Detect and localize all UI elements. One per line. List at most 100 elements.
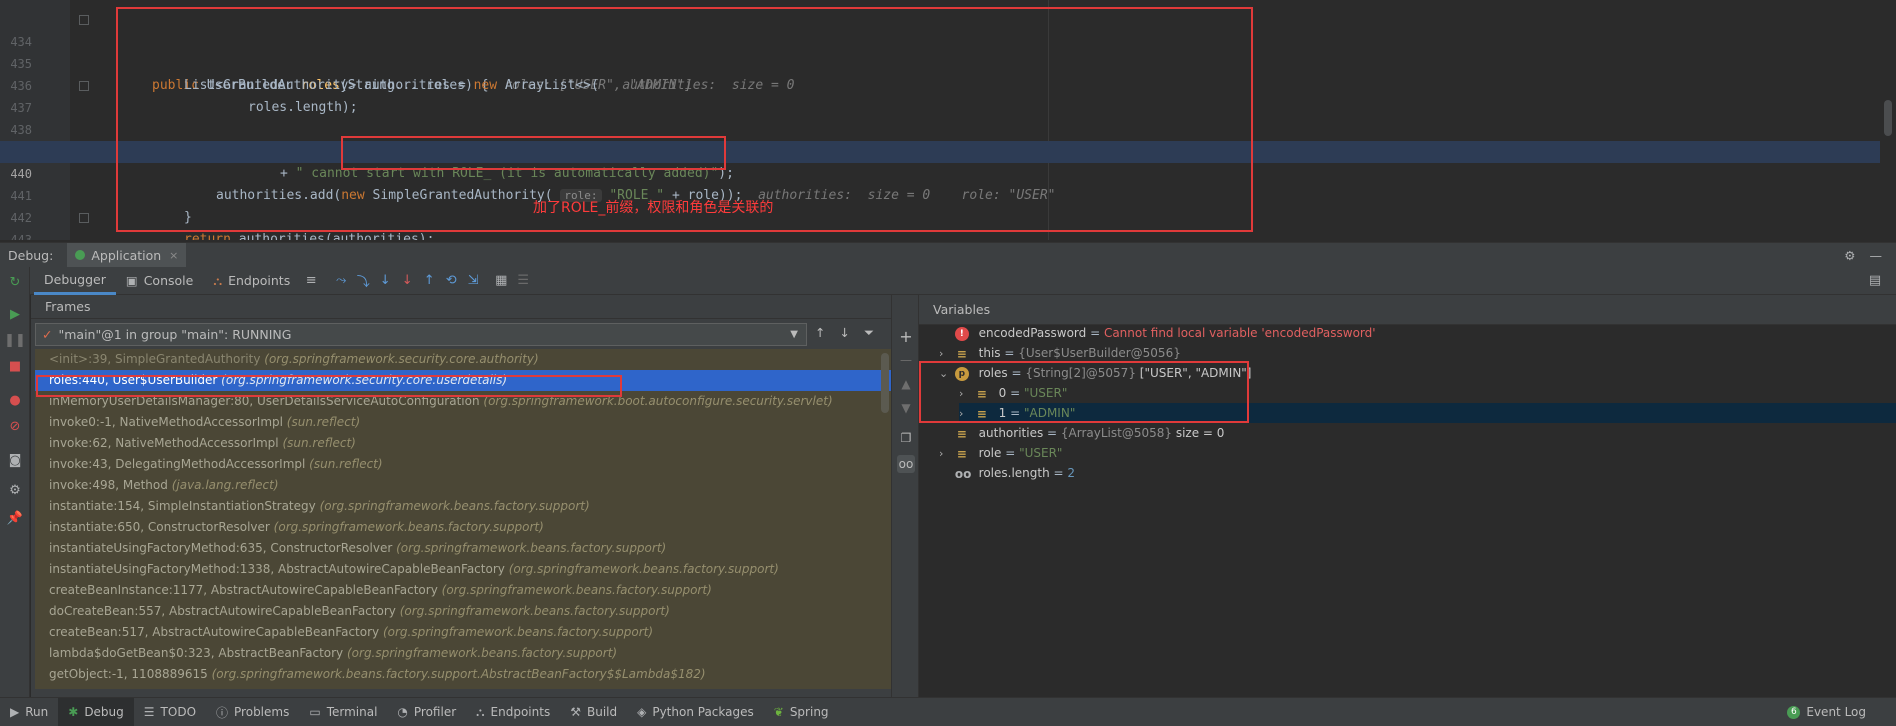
step-into-icon[interactable]: ↓ xyxy=(374,270,396,292)
spring-leaf-icon: ❦ xyxy=(773,705,784,719)
variable-row[interactable]: oo roles.length = 2 xyxy=(939,463,1896,483)
trace-icon[interactable]: ☰ xyxy=(512,270,534,292)
frame-item[interactable]: instantiate:154, SimpleInstantiationStra… xyxy=(35,496,891,517)
frame-item[interactable]: invoke:498, Method (java.lang.reflect) xyxy=(35,475,891,496)
checkmark-icon: ✓ xyxy=(42,327,53,342)
copy-icon[interactable]: ❐ xyxy=(897,429,915,447)
tool-problems[interactable]: ⓘ Problems xyxy=(206,698,299,726)
tool-debug[interactable]: ✱ Debug xyxy=(58,697,134,726)
menu-icon[interactable]: ≡ xyxy=(300,270,322,292)
frame-item[interactable]: lambda$doGetBean$0:323, AbstractBeanFact… xyxy=(35,643,891,664)
frames-scrollbar[interactable] xyxy=(881,353,889,413)
thread-selector[interactable]: ✓ "main"@1 in group "main": RUNNING ▼ xyxy=(35,323,807,346)
settings-icon[interactable]: ⚙ xyxy=(6,481,24,499)
show-execution-point-icon[interactable]: ⤳ xyxy=(330,270,352,292)
step-out-icon[interactable]: ↑ xyxy=(418,270,440,292)
view-breakpoints-icon[interactable]: ● xyxy=(6,391,24,409)
profiler-icon: ◔ xyxy=(397,705,408,719)
chevron-down-icon: ▼ xyxy=(790,329,798,340)
move-up-icon[interactable]: ▲ xyxy=(897,375,915,393)
pin-icon[interactable]: 📌 xyxy=(6,509,24,527)
gear-icon[interactable]: ⚙ xyxy=(1844,248,1855,263)
force-step-into-icon[interactable]: ↓ xyxy=(396,270,418,292)
rerun-icon[interactable]: ↻ xyxy=(6,273,24,291)
tab-application[interactable]: Application × xyxy=(67,242,187,268)
tab-application-label: Application xyxy=(91,247,162,263)
frame-item[interactable]: invoke0:-1, NativeMethodAccessorImpl (su… xyxy=(35,412,891,433)
frame-item[interactable]: instantiateUsingFactoryMethod:1338, Abst… xyxy=(35,559,891,580)
debug-tool-window-header: Debug: Application × ⚙ — xyxy=(0,242,1896,268)
terminal-icon: ▭ xyxy=(309,705,321,719)
fold-icon[interactable] xyxy=(79,81,89,91)
frame-item[interactable]: invoke:62, NativeMethodAccessorImpl (sun… xyxy=(35,433,891,454)
frame-item[interactable]: createBean:517, AbstractAutowireCapableB… xyxy=(35,622,891,643)
line-number: 443 xyxy=(10,233,32,240)
drop-frame-icon[interactable]: ⟲ xyxy=(440,270,462,292)
fold-icon[interactable] xyxy=(79,213,89,223)
stop-icon[interactable]: ■ xyxy=(6,357,24,375)
tool-event-log[interactable]: 6 Event Log xyxy=(1777,698,1876,726)
resume-icon[interactable]: ▶ xyxy=(6,305,24,323)
filter-icon[interactable]: ⏷ xyxy=(864,325,874,341)
arrow-down-icon[interactable]: ↓ xyxy=(839,325,849,341)
tab-endpoints[interactable]: ⛬ Endpoints xyxy=(203,267,300,295)
tool-python-packages[interactable]: ◈ Python Packages xyxy=(627,698,764,726)
frames-list[interactable]: <init>:39, SimpleGrantedAuthority (org.s… xyxy=(35,349,891,689)
variable-row[interactable]: ! encodedPassword = Cannot find local va… xyxy=(939,323,1896,343)
minus-icon[interactable]: — xyxy=(897,351,915,369)
close-icon[interactable]: × xyxy=(169,249,178,262)
minimize-icon[interactable]: — xyxy=(1870,248,1883,263)
tool-endpoints[interactable]: ⛬ Endpoints xyxy=(466,698,560,726)
spring-boot-icon xyxy=(75,250,86,260)
list-icon: ☰ xyxy=(143,705,155,719)
annotation-text: 加了ROLE_前缀，权限和角色是关联的 xyxy=(533,200,774,216)
frame-item[interactable]: getObject:-1, 1108889615 (org.springfram… xyxy=(35,664,891,685)
layout-icon[interactable]: ▤ xyxy=(1864,270,1886,292)
debug-toolbar: Debugger ▣ Console ⛬ Endpoints ≡ ⤳ ⤵ ↓ ↓… xyxy=(0,266,1896,295)
frame-item[interactable]: instantiateUsingFactoryMethod:635, Const… xyxy=(35,538,891,559)
code-editor[interactable]: 434 public UserBuilder roles(String... r… xyxy=(0,0,1896,240)
pause-icon[interactable]: ❚❚ xyxy=(4,331,26,349)
editor-scrollbar[interactable] xyxy=(1884,100,1892,136)
plus-icon[interactable]: + xyxy=(897,327,915,346)
move-down-icon[interactable]: ▼ xyxy=(897,399,915,417)
tab-console[interactable]: ▣ Console xyxy=(116,267,203,295)
variables-side-toolbar: + — ▲ ▼ ❐ oo xyxy=(891,295,919,697)
field-icon: ≡ xyxy=(956,446,967,461)
watches-glasses-icon[interactable]: oo xyxy=(897,455,915,473)
camera-icon[interactable]: ◙ xyxy=(6,451,24,469)
fold-icon[interactable] xyxy=(79,15,89,25)
frames-panel: Frames ✓ "main"@1 in group "main": RUNNI… xyxy=(31,295,891,697)
bug-icon: ✱ xyxy=(68,705,79,719)
frame-item[interactable]: <init>:39, SimpleGrantedAuthority (org.s… xyxy=(35,349,891,370)
variable-row[interactable]: ≡ authorities = {ArrayList@5058} size = … xyxy=(939,423,1896,443)
debug-label: Debug: xyxy=(8,247,54,263)
variable-row[interactable]: › ≡ role = "USER" xyxy=(939,443,1896,463)
chevron-right-icon[interactable]: › xyxy=(939,444,951,464)
debug-left-toolbar: ↻ ▶ ❚❚ ■ ● ⊘ ◙ ⚙ 📌 xyxy=(0,267,30,697)
frames-title: Frames xyxy=(31,295,891,319)
package-icon: ◈ xyxy=(637,705,647,719)
endpoints-icon: ⛬ xyxy=(213,272,223,288)
frame-item[interactable]: doCreateBean:557, AbstractAutowireCapabl… xyxy=(35,601,891,622)
tool-spring[interactable]: ❦ Spring xyxy=(764,698,839,726)
tab-debugger[interactable]: Debugger xyxy=(34,266,116,295)
error-icon: ! xyxy=(954,326,969,341)
tool-terminal[interactable]: ▭ Terminal xyxy=(299,698,387,726)
tool-build[interactable]: ⚒ Build xyxy=(560,698,627,726)
frame-item[interactable]: instantiate:650, ConstructorResolver (or… xyxy=(35,517,891,538)
frame-item[interactable]: invoke:43, DelegatingMethodAccessorImpl … xyxy=(35,454,891,475)
step-over-icon[interactable]: ⤵ xyxy=(352,270,374,292)
tool-run[interactable]: ▶ Run xyxy=(0,698,58,726)
variables-title: Variables xyxy=(919,295,1896,325)
mute-breakpoints-icon[interactable]: ⊘ xyxy=(6,417,24,435)
run-to-cursor-icon[interactable]: ⇲ xyxy=(462,270,484,292)
arrow-up-icon[interactable]: ↑ xyxy=(815,325,825,341)
variable-row[interactable]: › ≡ this = {User$UserBuilder@5056} xyxy=(939,343,1896,363)
thread-label: "main"@1 in group "main": RUNNING xyxy=(58,327,292,342)
tool-profiler[interactable]: ◔ Profiler xyxy=(387,698,466,726)
tool-todo[interactable]: ☰ TODO xyxy=(134,698,206,726)
field-icon: ≡ xyxy=(956,426,967,441)
frame-item[interactable]: createBeanInstance:1177, AbstractAutowir… xyxy=(35,580,891,601)
evaluate-expression-icon[interactable]: ▦ xyxy=(490,270,512,292)
